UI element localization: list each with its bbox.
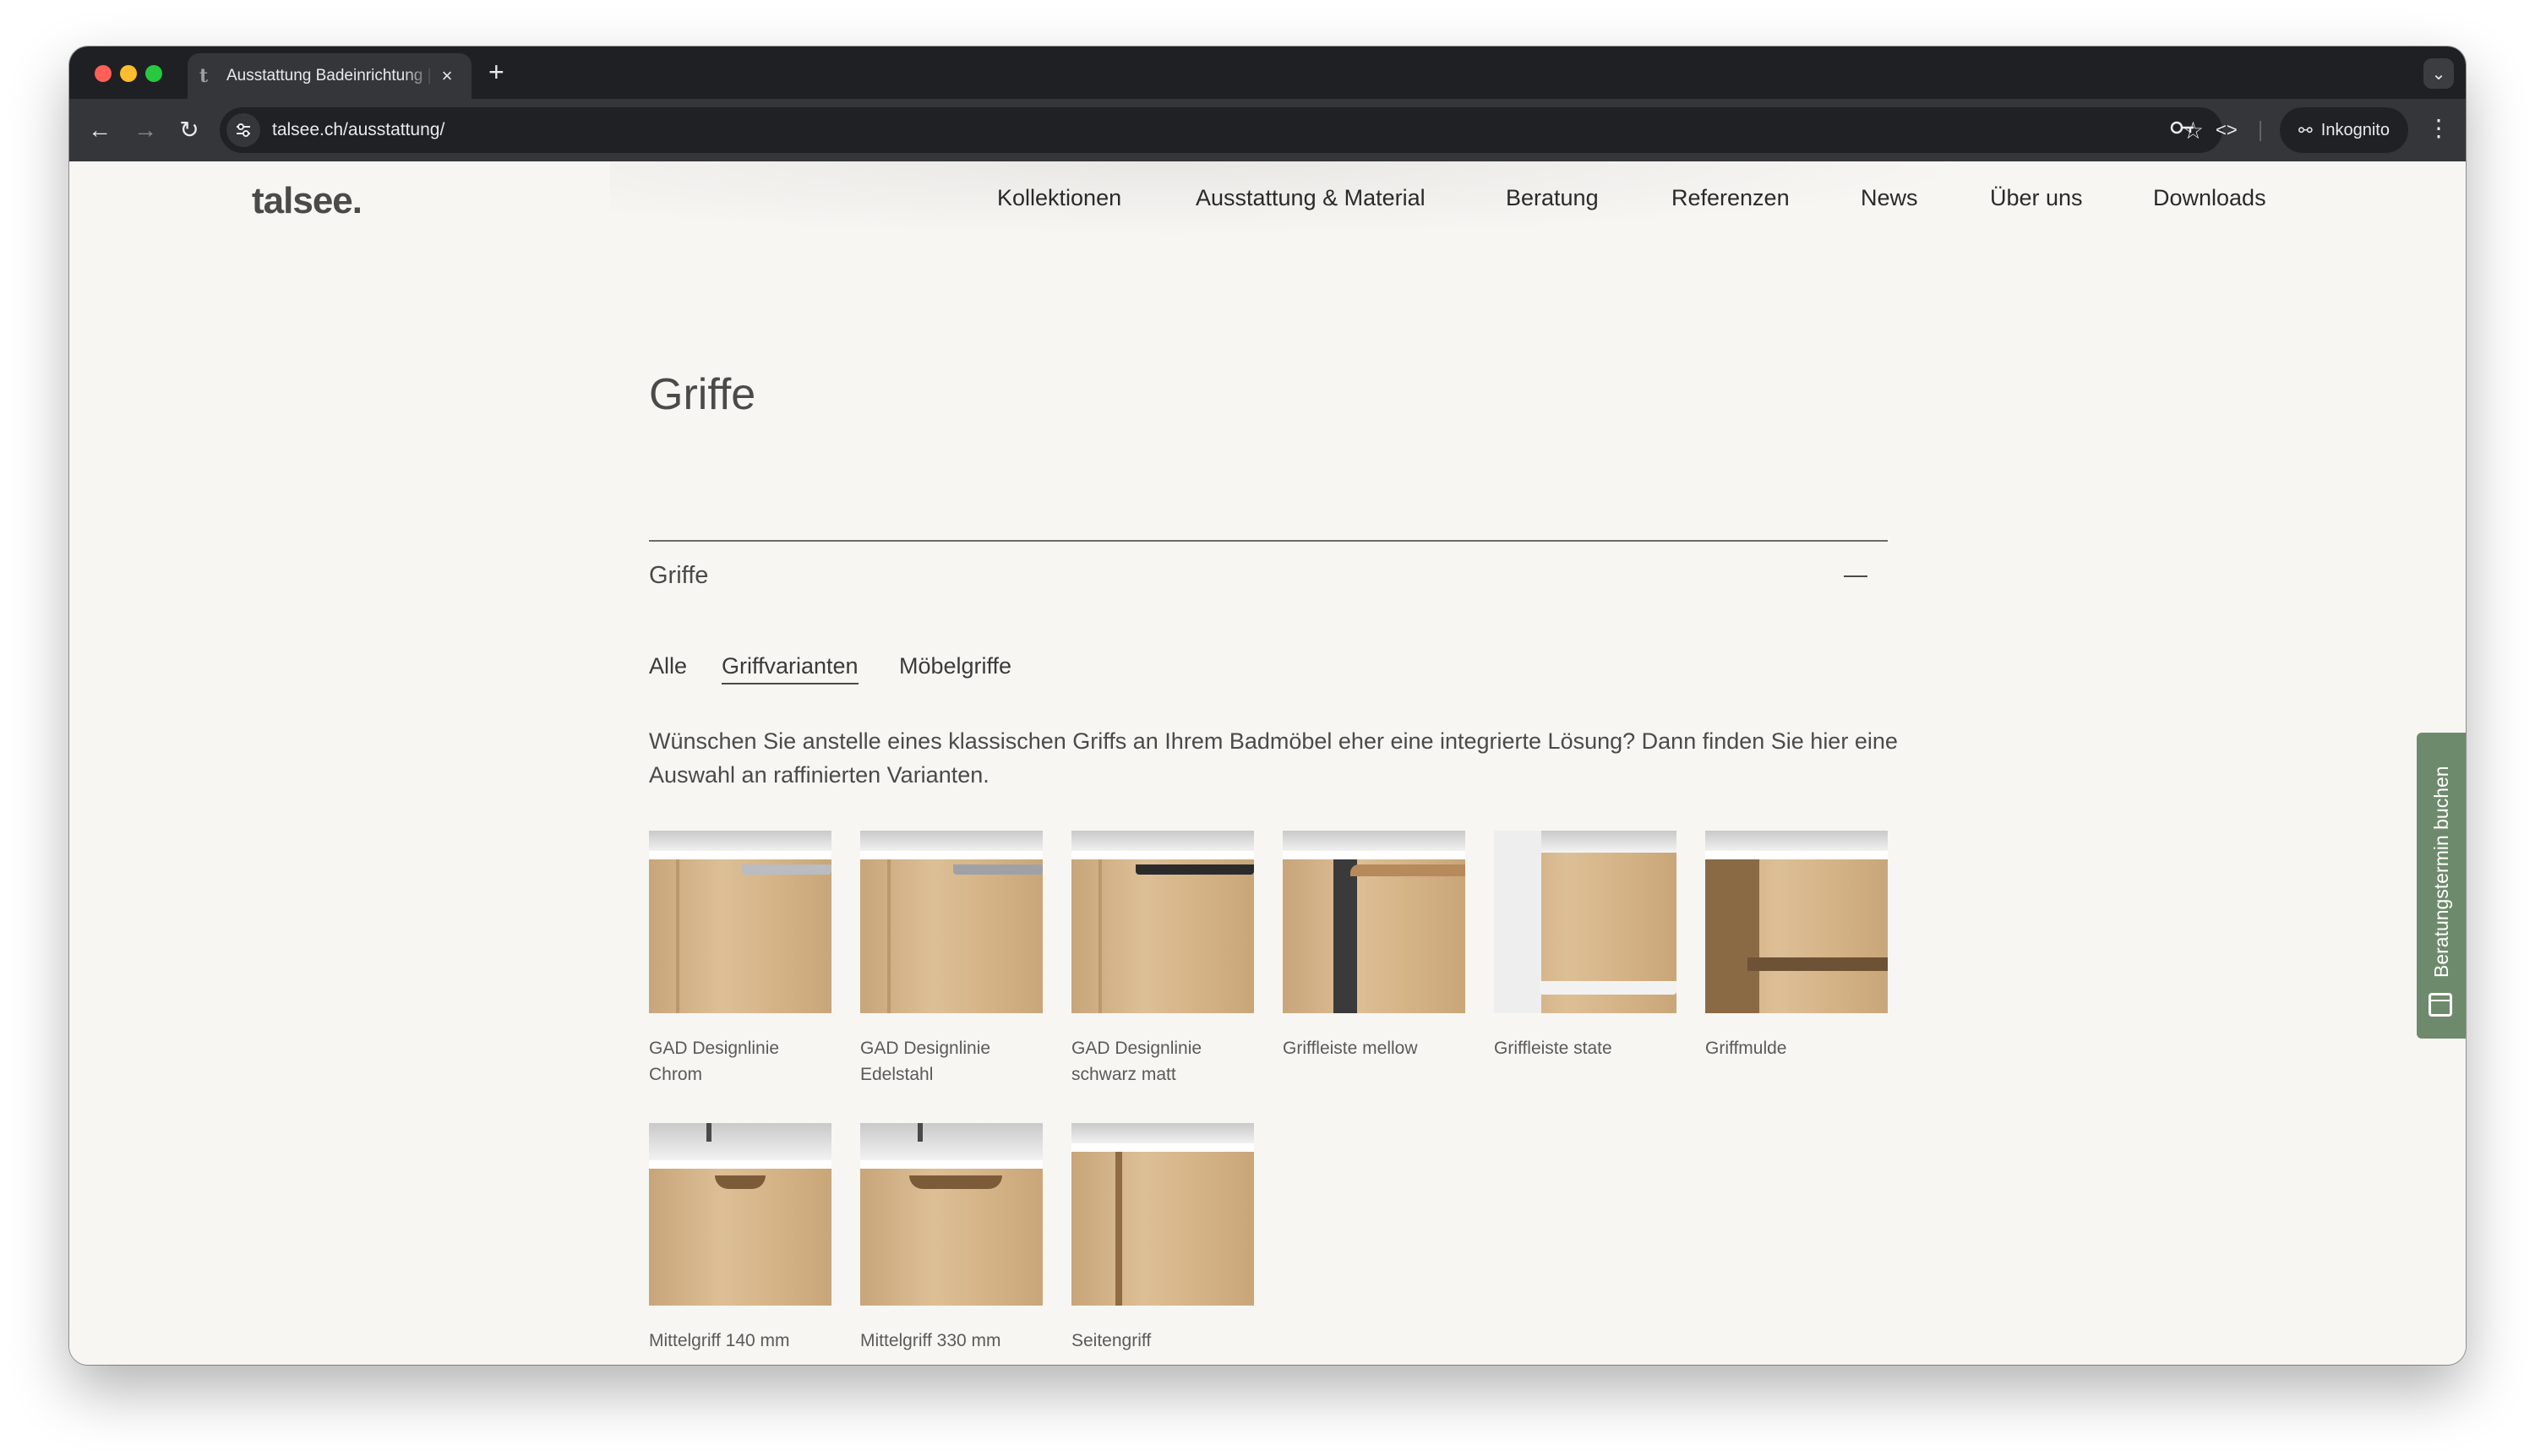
filter-griffvarianten[interactable]: Griffvarianten [722, 653, 859, 684]
product-image[interactable] [1494, 831, 1676, 1013]
product-name[interactable]: GAD Designlinie schwarz matt [1071, 1035, 1254, 1088]
product-image[interactable] [1071, 831, 1254, 1013]
site-settings-icon[interactable] [226, 113, 260, 147]
tab-search-icon[interactable]: ⌄ [2423, 58, 2454, 89]
nav-ueber-uns[interactable]: Über uns [1990, 185, 2083, 211]
new-tab-icon[interactable]: + [488, 58, 504, 85]
product-name[interactable]: Griffleiste state [1494, 1035, 1676, 1061]
filter-alle[interactable]: Alle [649, 653, 687, 679]
accordion-divider [649, 540, 1888, 542]
product-image[interactable] [860, 1123, 1043, 1306]
password-key-icon[interactable] [2170, 116, 2195, 145]
incognito-label: Inkognito [2320, 120, 2390, 139]
back-icon[interactable]: ← [84, 116, 115, 145]
incognito-badge[interactable]: ⚯ Inkognito [2280, 107, 2408, 153]
calendar-icon [2429, 993, 2452, 1017]
product-image[interactable] [649, 1123, 831, 1306]
incognito-icon: ⚯ [2298, 121, 2313, 140]
nav-kollektionen[interactable]: Kollektionen [997, 185, 1121, 211]
code-icon[interactable]: <> [2216, 116, 2238, 145]
browser-menu-icon[interactable]: ⋮ [2427, 114, 2450, 142]
nav-downloads[interactable]: Downloads [2153, 185, 2266, 211]
accordion-title[interactable]: Griffe [649, 562, 708, 590]
product-name[interactable]: GAD Designlinie Chrom [649, 1035, 831, 1088]
product-card[interactable]: Griffleiste state [1494, 831, 1676, 1061]
url-text[interactable]: talsee.ch/ausstattung/ [272, 120, 2183, 140]
tab-title: Ausstattung Badeinrichtung | [226, 67, 432, 85]
booking-cta-label[interactable]: Beratungstermin buchen [2430, 750, 2452, 978]
product-name[interactable]: Seitengriff [1071, 1328, 1254, 1354]
product-image[interactable] [1283, 831, 1465, 1013]
product-card[interactable]: GAD Designlinie Edelstahl [860, 831, 1043, 1088]
maximize-window-button[interactable] [145, 65, 162, 82]
product-card[interactable]: GAD Designlinie Chrom [649, 831, 831, 1088]
tab-bar: t Ausstattung Badeinrichtung | × + ⌄ [69, 46, 2466, 99]
product-card[interactable]: GAD Designlinie schwarz matt [1071, 831, 1254, 1088]
product-name[interactable]: Griffleiste mellow [1283, 1035, 1465, 1061]
close-tab-icon[interactable]: × [434, 65, 460, 87]
nav-news[interactable]: News [1861, 185, 1918, 211]
product-name[interactable]: GAD Designlinie Edelstahl [860, 1035, 1043, 1088]
browser-toolbar: ← → ↻ talsee.ch/ausstattung/ ☆ <> ⚯ Inko… [69, 99, 2466, 161]
browser-tab-active[interactable]: t Ausstattung Badeinrichtung | × [188, 53, 472, 99]
toolbar-divider [2260, 121, 2261, 141]
product-image[interactable] [860, 831, 1043, 1013]
site-logo[interactable]: talsee. [252, 180, 363, 222]
page-title: Griffe [649, 370, 756, 419]
product-card[interactable]: Seitengriff [1071, 1123, 1254, 1354]
nav-referenzen[interactable]: Referenzen [1671, 185, 1790, 211]
product-name[interactable]: Griffmulde [1705, 1035, 1888, 1061]
reload-icon[interactable]: ↻ [174, 116, 204, 145]
favicon-icon: t [199, 65, 209, 87]
nav-beratung[interactable]: Beratung [1506, 185, 1599, 211]
section-description: Wünschen Sie anstelle eines klassischen … [649, 728, 1898, 788]
product-card[interactable]: Mittelgriff 330 mm [860, 1123, 1043, 1354]
browser-window: t Ausstattung Badeinrichtung | × + ⌄ ← →… [69, 46, 2466, 1365]
forward-icon[interactable]: → [130, 116, 161, 145]
product-name[interactable]: Mittelgriff 330 mm [860, 1328, 1043, 1354]
product-card[interactable]: Griffmulde [1705, 831, 1888, 1061]
address-bar[interactable]: talsee.ch/ausstattung/ ☆ [220, 107, 2222, 153]
product-card[interactable]: Mittelgriff 140 mm [649, 1123, 831, 1354]
product-image[interactable] [1071, 1123, 1254, 1306]
filter-moebelgriffe[interactable]: Möbelgriffe [899, 653, 1011, 679]
web-page: talsee. Kollektionen Ausstattung & Mater… [69, 161, 2466, 1365]
nav-ausstattung-material[interactable]: Ausstattung & Material [1196, 185, 1426, 211]
booking-cta-tab[interactable]: Beratungstermin buchen [2417, 733, 2466, 1039]
product-image[interactable] [649, 831, 831, 1013]
collapse-minus-icon[interactable] [1844, 575, 1867, 577]
product-image[interactable] [1705, 831, 1888, 1013]
close-window-button[interactable] [95, 65, 112, 82]
product-card[interactable]: Griffleiste mellow [1283, 831, 1465, 1061]
minimize-window-button[interactable] [120, 65, 137, 82]
product-name[interactable]: Mittelgriff 140 mm [649, 1328, 831, 1354]
